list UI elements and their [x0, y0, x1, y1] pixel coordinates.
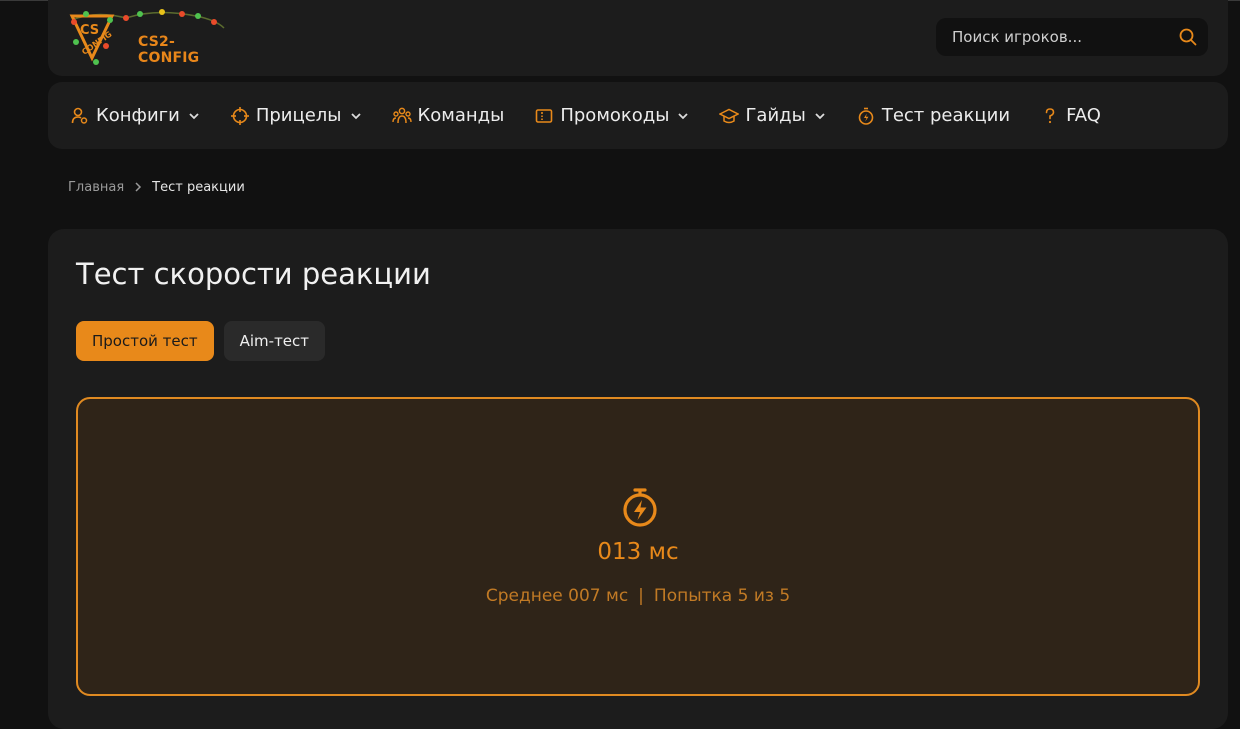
- nav-item-reaction-test[interactable]: Тест реакции: [856, 105, 1010, 126]
- nav-item-label: Тест реакции: [881, 105, 1011, 126]
- nav-item-teams[interactable]: Команды: [391, 105, 505, 126]
- average-time: Среднее 007 мс: [485, 586, 629, 606]
- breadcrumb-current: Тест реакции: [152, 180, 245, 195]
- page-title: Тест скорости реакции: [76, 257, 431, 291]
- nav-item-label: Гайды: [745, 105, 806, 126]
- player-search: [936, 18, 1208, 56]
- stats-divider: |: [638, 586, 644, 606]
- attempt-counter: Попытка 5 из 5: [653, 586, 791, 606]
- nav-item-configs[interactable]: Конфиги: [70, 105, 200, 126]
- search-icon[interactable]: [1178, 27, 1198, 47]
- graduation-cap-icon: [719, 106, 740, 126]
- chevron-down-icon: [350, 110, 362, 122]
- chevron-down-icon: [677, 110, 689, 122]
- site-header: CS CONFIG CS2-CONFIG: [48, 0, 1228, 76]
- tab-simple-test[interactable]: Простой тест: [76, 321, 214, 361]
- stopwatch-icon: [623, 488, 657, 527]
- breadcrumb: Главная Тест реакции: [68, 180, 245, 195]
- svg-text:CS: CS: [80, 23, 99, 38]
- main-nav: Конфиги Прицелы Команды Промокоды Гайды: [48, 82, 1228, 149]
- user-config-icon: [70, 106, 90, 126]
- stopwatch-icon: [856, 106, 876, 126]
- nav-item-promocodes[interactable]: Промокоды: [534, 105, 689, 126]
- nav-item-label: Промокоды: [560, 105, 670, 126]
- site-logo[interactable]: CS CONFIG CS2-CONFIG: [66, 6, 226, 66]
- search-input[interactable]: [952, 28, 1178, 46]
- breadcrumb-home-link[interactable]: Главная: [68, 180, 124, 195]
- nav-item-label: Команды: [417, 105, 505, 126]
- chevron-down-icon: [188, 110, 200, 122]
- test-mode-tabs: Простой тест Aim-тест: [76, 321, 335, 361]
- nav-item-guides[interactable]: Гайды: [719, 105, 825, 126]
- ticket-icon: [534, 106, 554, 126]
- crosshair-icon: [230, 106, 250, 126]
- reaction-test-card: Тест скорости реакции Простой тест Aim-т…: [48, 229, 1228, 729]
- nav-item-faq[interactable]: FAQ: [1040, 105, 1101, 126]
- chevron-right-icon: [134, 181, 142, 195]
- tab-aim-test[interactable]: Aim-тест: [223, 321, 326, 361]
- reaction-test-area[interactable]: 013 мс Среднее 007 мс | Попытка 5 из 5: [76, 397, 1200, 696]
- nav-item-label: Конфиги: [96, 105, 180, 126]
- nav-item-label: Прицелы: [255, 105, 342, 126]
- reaction-result: 013 мс: [597, 539, 679, 565]
- logo-text: CS2-CONFIG: [138, 34, 200, 66]
- nav-item-crosshairs[interactable]: Прицелы: [230, 105, 362, 126]
- nav-item-label: FAQ: [1066, 105, 1101, 126]
- team-icon: [391, 106, 412, 126]
- reaction-stats: Среднее 007 мс | Попытка 5 из 5: [78, 586, 1198, 606]
- chevron-down-icon: [814, 110, 826, 122]
- question-icon: [1040, 106, 1060, 126]
